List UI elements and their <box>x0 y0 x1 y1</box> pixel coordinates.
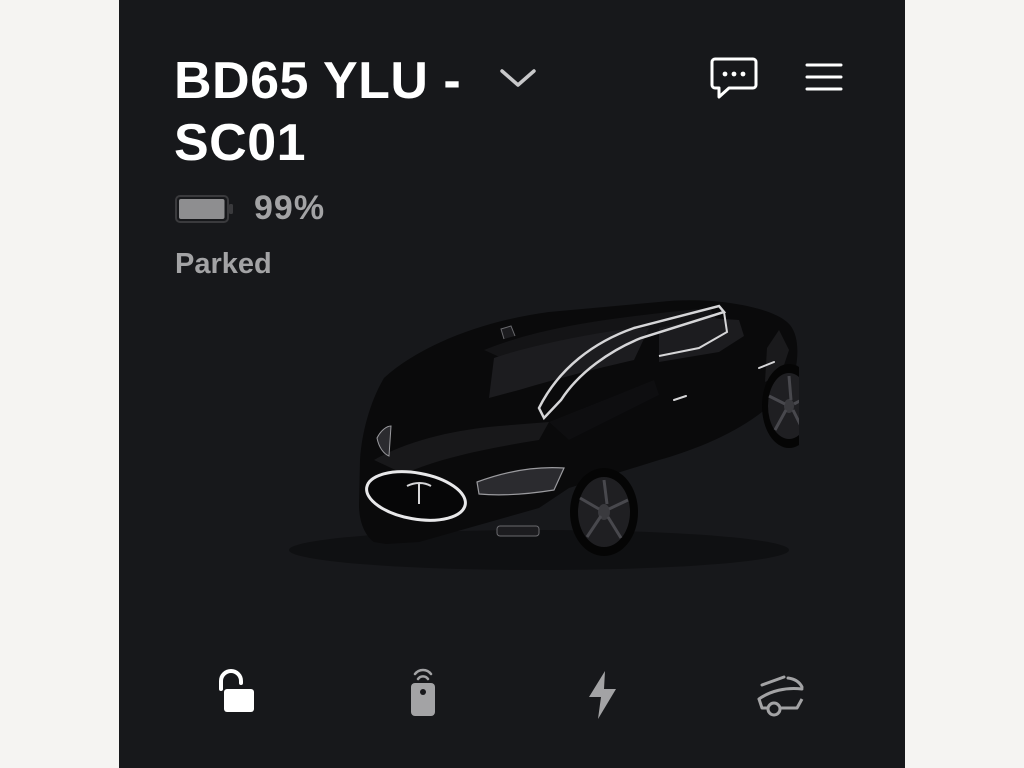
battery-icon <box>175 195 233 223</box>
battery-level-fill <box>179 199 225 219</box>
hamburger-menu-icon[interactable] <box>805 61 843 93</box>
chevron-down-icon[interactable] <box>499 66 537 90</box>
unlock-icon[interactable] <box>211 665 271 725</box>
front-wheel <box>570 468 638 556</box>
remote-key-icon[interactable] <box>393 665 453 725</box>
frunk-trunk-icon[interactable] <box>750 665 810 725</box>
lightning-bolt-icon[interactable] <box>572 665 632 725</box>
battery-percent: 99% <box>254 189 326 227</box>
vehicle-name-text[interactable]: BD65 YLU - SC01 <box>174 52 461 172</box>
vehicle-app-screen: BD65 YLU - SC01 99% Parked <box>119 0 905 768</box>
chat-bubble-icon[interactable] <box>710 56 758 100</box>
car-image[interactable] <box>239 250 799 580</box>
